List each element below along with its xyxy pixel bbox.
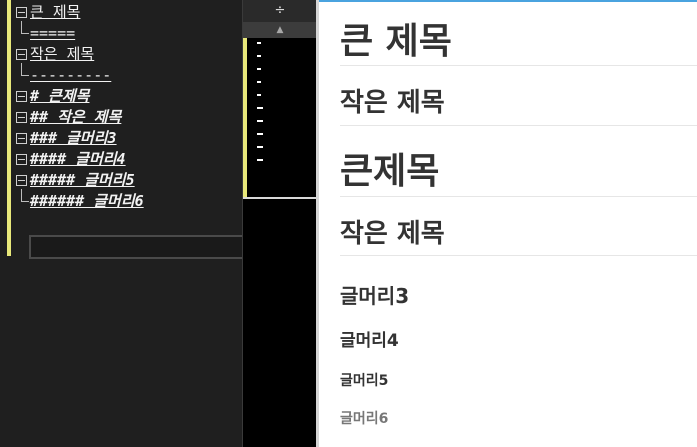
- preview-heading-2: 작은 제목: [340, 88, 445, 118]
- markdown-preview: 큰 제목 작은 제목 큰제목 작은 제목 글머리3 글머리4 글머리5 글머리6: [319, 0, 697, 447]
- outline-filter-input[interactable]: [29, 235, 242, 259]
- minimap-viewport-indicator[interactable]: [243, 197, 317, 199]
- minimap-line: [257, 81, 261, 83]
- minimap-line: [257, 94, 261, 96]
- preview-heading-2: 작은 제목: [340, 219, 445, 249]
- minimap-lines: [257, 42, 263, 172]
- preview-heading-5: 글머리5: [340, 373, 389, 389]
- outline-item[interactable]: 큰 제목: [16, 2, 242, 23]
- preview-heading-6: 글머리6: [340, 411, 389, 427]
- scroll-up-arrow-icon[interactable]: ▲: [243, 22, 317, 38]
- tree-branch-icon: [21, 189, 29, 202]
- outline-panel: 큰 제목 ===== 작은 제목 --------- # 큰제목 ## 작은 제…: [0, 0, 242, 447]
- minimap-line: [257, 107, 263, 109]
- tree-branch-icon: [21, 63, 29, 76]
- fold-minus-icon[interactable]: [16, 49, 27, 60]
- tree-branch-icon: [21, 21, 29, 34]
- minimap-line: [257, 146, 263, 148]
- outline-item[interactable]: ## 작은 제목: [16, 107, 242, 128]
- outline-item[interactable]: #### 글머리4: [16, 149, 242, 170]
- outline-item[interactable]: ### 글머리3: [16, 128, 242, 149]
- heading-rule: [340, 255, 697, 256]
- preview-heading-3: 글머리3: [340, 284, 410, 308]
- minimap-line: [257, 159, 263, 161]
- outline-gutter-highlight: [7, 0, 11, 256]
- preview-top-accent: [319, 0, 697, 2]
- heading-rule: [340, 65, 697, 66]
- minimap-line: [257, 55, 261, 57]
- fold-minus-icon[interactable]: [16, 112, 27, 123]
- outline-item[interactable]: 작은 제목: [16, 44, 242, 65]
- outline-item[interactable]: =====: [16, 21, 242, 44]
- outline-item[interactable]: ---------: [16, 63, 242, 86]
- outline-item[interactable]: # 큰제목: [16, 86, 242, 107]
- outline-tree: 큰 제목 ===== 작은 제목 --------- # 큰제목 ## 작은 제…: [16, 2, 242, 212]
- minimap-line: [257, 42, 261, 44]
- minimap-highlight-bar: [243, 38, 247, 198]
- fold-minus-icon[interactable]: [16, 7, 27, 18]
- fold-minus-icon[interactable]: [16, 91, 27, 102]
- preview-heading-1: 큰제목: [340, 151, 440, 192]
- minimap-panel[interactable]: ÷ ▲: [242, 0, 317, 447]
- preview-heading-1: 큰 제목: [340, 21, 452, 62]
- split-handle-icon[interactable]: ÷: [243, 0, 317, 22]
- heading-rule: [340, 125, 697, 126]
- heading-rule: [340, 196, 697, 197]
- outline-item[interactable]: ##### 글머리5: [16, 170, 242, 191]
- minimap-line: [257, 133, 263, 135]
- fold-minus-icon[interactable]: [16, 175, 27, 186]
- preview-heading-4: 글머리4: [340, 331, 399, 351]
- minimap-line: [257, 68, 261, 70]
- fold-minus-icon[interactable]: [16, 154, 27, 165]
- fold-minus-icon[interactable]: [16, 133, 27, 144]
- outline-item[interactable]: ###### 글머리6: [16, 189, 242, 212]
- minimap-line: [257, 120, 263, 122]
